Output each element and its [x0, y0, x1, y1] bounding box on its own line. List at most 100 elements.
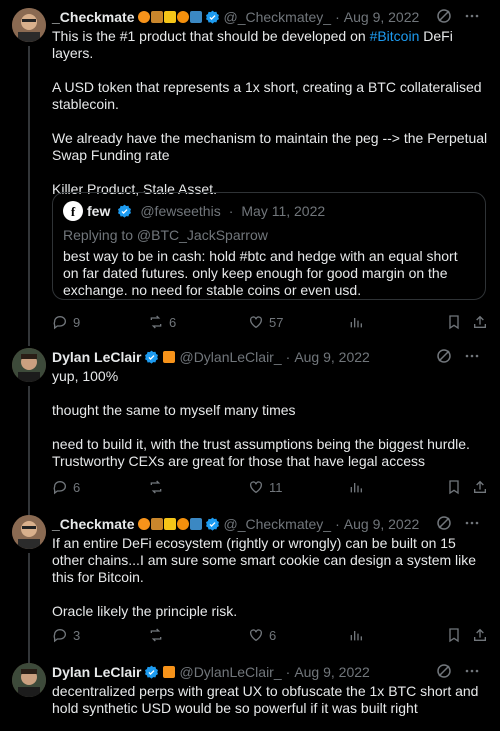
reply-icon: [53, 481, 66, 495]
retweet-button[interactable]: [148, 627, 169, 643]
verified-icon: [145, 665, 159, 679]
tweet-date[interactable]: Aug 9, 2022: [344, 9, 420, 26]
more-icon[interactable]: [464, 8, 480, 24]
tweet-actions: 9 6 57: [52, 313, 490, 331]
reply-button[interactable]: 6: [52, 479, 80, 496]
display-name[interactable]: Dylan LeClair: [52, 349, 141, 366]
name-emoji: [137, 11, 202, 23]
replying-to: Replying to @BTC_JackSparrow: [63, 227, 268, 243]
like-icon: [250, 481, 262, 494]
grok-icon[interactable]: [436, 8, 452, 24]
retweet-button[interactable]: 6: [148, 314, 176, 331]
retweet-count: 6: [169, 314, 177, 330]
like-icon: [250, 629, 262, 642]
tweet-thread: _Checkmate @_Checkmatey_ · Aug 9, 2022 T: [0, 0, 500, 731]
tweet-body: If an entire DeFi ecosystem (rightly or …: [52, 535, 480, 619]
display-name[interactable]: _Checkmate: [52, 516, 135, 533]
thread-line: [28, 46, 30, 346]
display-name[interactable]: Dylan LeClair: [52, 664, 141, 681]
views-button[interactable]: [348, 314, 364, 330]
quote-date: May 11, 2022: [241, 202, 326, 219]
views-icon: [350, 631, 362, 641]
like-count: 11: [269, 479, 283, 495]
like-button[interactable]: 11: [248, 479, 283, 496]
retweet-icon: [150, 315, 162, 329]
thread-line: [28, 553, 30, 665]
reply-count: 3: [73, 627, 81, 643]
handle[interactable]: @_Checkmatey_: [224, 516, 332, 533]
reply-button[interactable]: 9: [52, 314, 80, 331]
bookmark-button[interactable]: [446, 479, 462, 495]
share-button[interactable]: [472, 627, 488, 643]
retweet-button[interactable]: [148, 479, 169, 495]
quote-header: f few @fewseethis · May 11, 2022: [63, 201, 475, 221]
verified-icon: [118, 204, 132, 218]
display-name[interactable]: _Checkmate: [52, 9, 135, 26]
tweet-header: Dylan LeClair @DylanLeClair_ · Aug 9, 20…: [52, 348, 370, 366]
more-icon[interactable]: [464, 348, 480, 364]
tweet-header: _Checkmate @_Checkmatey_ · Aug 9, 2022: [52, 8, 420, 26]
tweet-date[interactable]: Aug 9, 2022: [294, 664, 370, 681]
like-count: 57: [269, 314, 284, 330]
tweet-header: _Checkmate @_Checkmatey_ · Aug 9, 2022: [52, 515, 420, 533]
grok-icon[interactable]: [436, 348, 452, 364]
more-icon[interactable]: [464, 515, 480, 531]
affiliate-badge: [163, 351, 176, 363]
tweet-body: This is the #1 product that should be de…: [52, 28, 492, 197]
retweet-icon: [150, 628, 162, 642]
handle[interactable]: @DylanLeClair_: [179, 349, 281, 366]
avatar[interactable]: [12, 8, 46, 42]
share-button[interactable]: [472, 314, 488, 330]
reply-count: 9: [73, 314, 81, 330]
grok-icon[interactable]: [436, 515, 452, 531]
reply-icon: [53, 629, 66, 643]
views-icon: [350, 318, 362, 328]
handle[interactable]: @DylanLeClair_: [179, 664, 281, 681]
avatar[interactable]: [12, 348, 46, 382]
share-button[interactable]: [472, 479, 488, 495]
views-button[interactable]: [348, 479, 364, 495]
views-icon: [350, 483, 362, 493]
share-icon: [474, 315, 486, 328]
bookmark-icon: [449, 480, 459, 495]
like-button[interactable]: 57: [248, 314, 283, 331]
tweet-body: yup, 100% thought the same to myself man…: [52, 368, 474, 469]
handle[interactable]: @_Checkmatey_: [224, 9, 332, 26]
like-icon: [250, 316, 262, 329]
tweet-date[interactable]: Aug 9, 2022: [344, 516, 420, 533]
affiliate-badge: [163, 666, 176, 678]
tweet-actions: 6 11: [52, 478, 490, 496]
share-icon: [474, 628, 486, 641]
avatar[interactable]: [12, 515, 46, 549]
more-icon[interactable]: [464, 663, 480, 679]
reply-icon: [53, 316, 66, 330]
like-count: 6: [269, 627, 277, 643]
verified-icon: [205, 10, 219, 24]
tweet-header: Dylan LeClair @DylanLeClair_ · Aug 9, 20…: [52, 663, 370, 681]
quoted-tweet[interactable]: f few @fewseethis · May 11, 2022 Replyin…: [52, 192, 486, 300]
verified-icon: [205, 517, 219, 531]
tweet-body: decentralized perps with great UX to obf…: [52, 683, 483, 716]
bookmark-icon: [449, 315, 459, 330]
quote-body: best way to be in cash: hold #btc and he…: [63, 248, 458, 298]
hashtag-link[interactable]: #Bitcoin: [370, 28, 420, 44]
bookmark-icon: [449, 628, 459, 643]
like-button[interactable]: 6: [248, 627, 276, 644]
reply-count: 6: [73, 479, 81, 495]
share-icon: [474, 480, 486, 493]
tweet-actions: 3 6: [52, 626, 490, 644]
quote-handle: @fewseethis: [140, 202, 221, 219]
reply-button[interactable]: 3: [52, 627, 80, 644]
views-button[interactable]: [348, 627, 364, 643]
quote-avatar: f: [63, 201, 83, 221]
thread-line: [28, 386, 30, 526]
grok-icon[interactable]: [436, 663, 452, 679]
name-emoji: [137, 518, 202, 530]
verified-icon: [145, 350, 159, 364]
avatar[interactable]: [12, 663, 46, 697]
bookmark-button[interactable]: [446, 314, 462, 330]
quote-display-name: few: [87, 202, 111, 219]
tweet-date[interactable]: Aug 9, 2022: [294, 349, 370, 366]
bookmark-button[interactable]: [446, 627, 462, 643]
retweet-icon: [150, 480, 162, 494]
